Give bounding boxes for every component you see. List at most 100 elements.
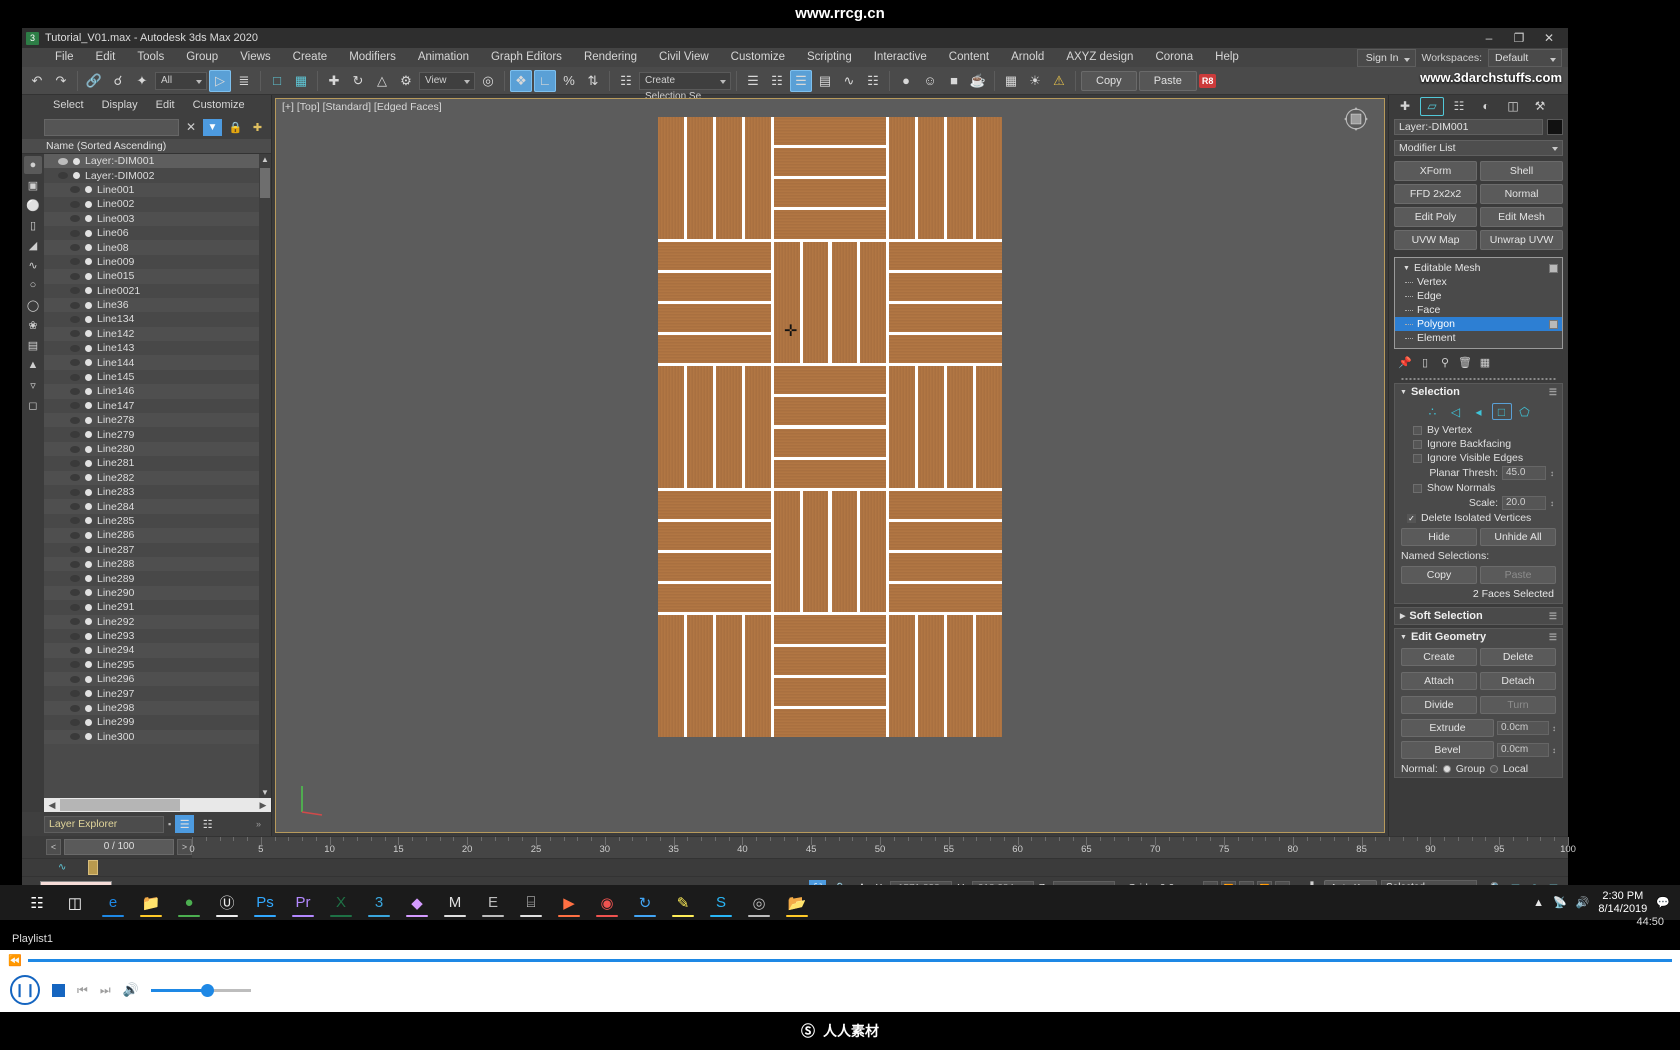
network-icon[interactable]: 📡 (1553, 896, 1567, 909)
layer-color-dot[interactable] (85, 718, 92, 726)
motion-tab[interactable]: ◐ (1474, 97, 1498, 116)
by-vertex-checkbox[interactable] (1413, 425, 1422, 435)
layer-color-dot[interactable] (85, 229, 92, 237)
list-item[interactable]: Line295 (44, 657, 259, 673)
column-header[interactable]: Name (Sorted Ascending) (22, 139, 271, 154)
delete-isolated-row[interactable]: ✓ Delete Isolated Vertices (1395, 511, 1562, 525)
utilities-tab[interactable]: ⚒ (1528, 97, 1552, 116)
floor-plank[interactable] (773, 428, 887, 457)
unreal-engine-icon[interactable]: Ⓤ (210, 888, 244, 918)
menu-item-customize[interactable]: Customize (720, 48, 796, 67)
select-and-move-icon[interactable]: ✚ (323, 70, 345, 92)
layer-color-dot[interactable] (85, 661, 92, 669)
eye-icon[interactable] (58, 172, 68, 180)
bevel-input[interactable]: 0.0cm (1497, 743, 1549, 757)
list-item[interactable]: Line147 (44, 398, 259, 414)
layer-list-area[interactable]: Layer:-DIM001 Layer:-DIM002 Line001 Line002… (44, 154, 271, 812)
render-frame-window-icon[interactable]: ■ (943, 70, 965, 92)
layer-color-dot[interactable] (85, 258, 92, 266)
layer-color-dot[interactable] (85, 287, 92, 295)
list-item[interactable]: Line284 (44, 499, 259, 514)
floor-plank[interactable] (773, 179, 887, 208)
particles-icon[interactable]: ▿ (24, 376, 42, 394)
edit-geometry-header[interactable]: ▼ Edit Geometry ☰ (1395, 629, 1562, 645)
hscroll-left-icon[interactable]: ◀ (44, 800, 60, 811)
select-and-scale-icon[interactable]: △ (371, 70, 393, 92)
space-warps-icon[interactable]: ∿ (24, 256, 42, 274)
ignore-backfacing-row[interactable]: Ignore Backfacing (1395, 437, 1562, 451)
attach-button[interactable]: Attach (1401, 672, 1477, 690)
floor-plank[interactable] (918, 615, 945, 737)
pause-icon[interactable]: ❙❙ (10, 975, 40, 1005)
eye-icon[interactable] (70, 661, 80, 669)
modifier-ffd[interactable]: FFD 2x2x2 (1394, 184, 1477, 204)
teamviewer-icon[interactable]: ↻ (628, 888, 662, 918)
floor-plank[interactable] (889, 303, 1002, 333)
scale-input[interactable]: 20.0 (1502, 496, 1546, 510)
list-item[interactable]: Line08 (44, 240, 259, 255)
floor-plank[interactable] (744, 615, 771, 737)
list-item[interactable]: Line289 (44, 571, 259, 586)
scroll-down-icon[interactable]: ▼ (261, 788, 269, 797)
close-button[interactable]: ✕ (1534, 28, 1564, 48)
eye-icon[interactable] (70, 431, 80, 439)
layer-color-dot[interactable] (85, 373, 92, 381)
eye-icon[interactable] (70, 488, 80, 496)
layer-color-dot[interactable] (85, 618, 92, 626)
layer-color-dot[interactable] (85, 603, 92, 611)
file-explorer-icon[interactable]: 📁 (134, 888, 168, 918)
scene-explorer-mode-icon[interactable]: ☷ (198, 815, 217, 833)
object-name-field[interactable]: Layer:-DIM001 (1394, 119, 1543, 135)
rewind-icon[interactable]: ⏪ (8, 954, 22, 967)
eye-icon[interactable] (70, 632, 80, 640)
show-normals-row[interactable]: Show Normals (1395, 481, 1562, 495)
floor-plank[interactable] (889, 615, 916, 737)
floor-plank[interactable] (658, 335, 771, 364)
track-view-icon[interactable]: ∿ (22, 862, 66, 873)
floor-plank[interactable] (658, 241, 771, 270)
floor-plank[interactable] (658, 303, 771, 333)
eye-icon[interactable] (70, 186, 80, 194)
floor-plank[interactable] (773, 646, 887, 675)
make-unique-icon[interactable]: ⚲ (1437, 356, 1453, 369)
list-item[interactable]: Line299 (44, 715, 259, 730)
top-viewport[interactable]: [+] [Top] [Standard] [Edged Faces] ✛ (275, 98, 1385, 833)
list-item[interactable]: Line009 (44, 254, 259, 270)
snap-toggle-icon[interactable]: ❖ (510, 69, 532, 92)
placement-icon[interactable]: ⚙ (395, 70, 417, 92)
hierarchy-tab[interactable]: ☷ (1447, 97, 1471, 116)
time-ruler[interactable]: 0 5 10 15 20 25 30 35 40 45 50 55 60 65 70 75 80 85 90 95 10… (189, 836, 1576, 858)
funnel-icon[interactable]: ▼ (203, 118, 222, 136)
eye-icon[interactable] (58, 157, 68, 165)
list-item[interactable]: Line003 (44, 211, 259, 226)
floor-plank[interactable] (773, 117, 887, 146)
photoshop-icon[interactable]: Ps (248, 888, 282, 918)
layer-color-dot[interactable] (73, 157, 80, 165)
list-item[interactable]: Line290 (44, 585, 259, 601)
floor-plank[interactable] (773, 677, 887, 706)
add-layer-icon[interactable]: ✚ (249, 119, 266, 136)
floor-plank[interactable] (831, 241, 858, 364)
eye-icon[interactable] (70, 215, 80, 223)
rollout-pin-icon[interactable]: ☰ (1549, 387, 1557, 398)
floor-plank[interactable] (773, 490, 800, 613)
align-icon[interactable]: ☷ (766, 70, 788, 92)
stack-item-editable-mesh[interactable]: ▼ Editable Mesh (1395, 261, 1562, 275)
time-slider-handle[interactable] (88, 860, 98, 875)
modifier-xform[interactable]: XForm (1394, 161, 1477, 181)
stack-item-vertex[interactable]: Vertex (1395, 275, 1562, 289)
expand-chevron-icon[interactable]: » (256, 819, 267, 829)
list-item[interactable]: Line144 (44, 355, 259, 370)
bind-space-warp-icon[interactable]: ✦ (131, 70, 153, 92)
list-item[interactable]: Line283 (44, 484, 259, 500)
reference-coordinate-system[interactable]: View (419, 71, 475, 90)
spinner-icon[interactable]: ↕ (1550, 499, 1554, 508)
stop-icon[interactable] (52, 983, 65, 997)
floor-plank[interactable] (686, 615, 713, 737)
menu-item-edit[interactable]: Edit (85, 48, 127, 67)
hscroll-thumb[interactable] (60, 799, 181, 811)
vertex-icon[interactable]: ∴ (1423, 403, 1443, 420)
eye-icon[interactable] (70, 301, 80, 309)
layer-explorer-mode-icon[interactable]: ☰ (175, 815, 195, 833)
show-normals-checkbox[interactable] (1413, 483, 1422, 493)
